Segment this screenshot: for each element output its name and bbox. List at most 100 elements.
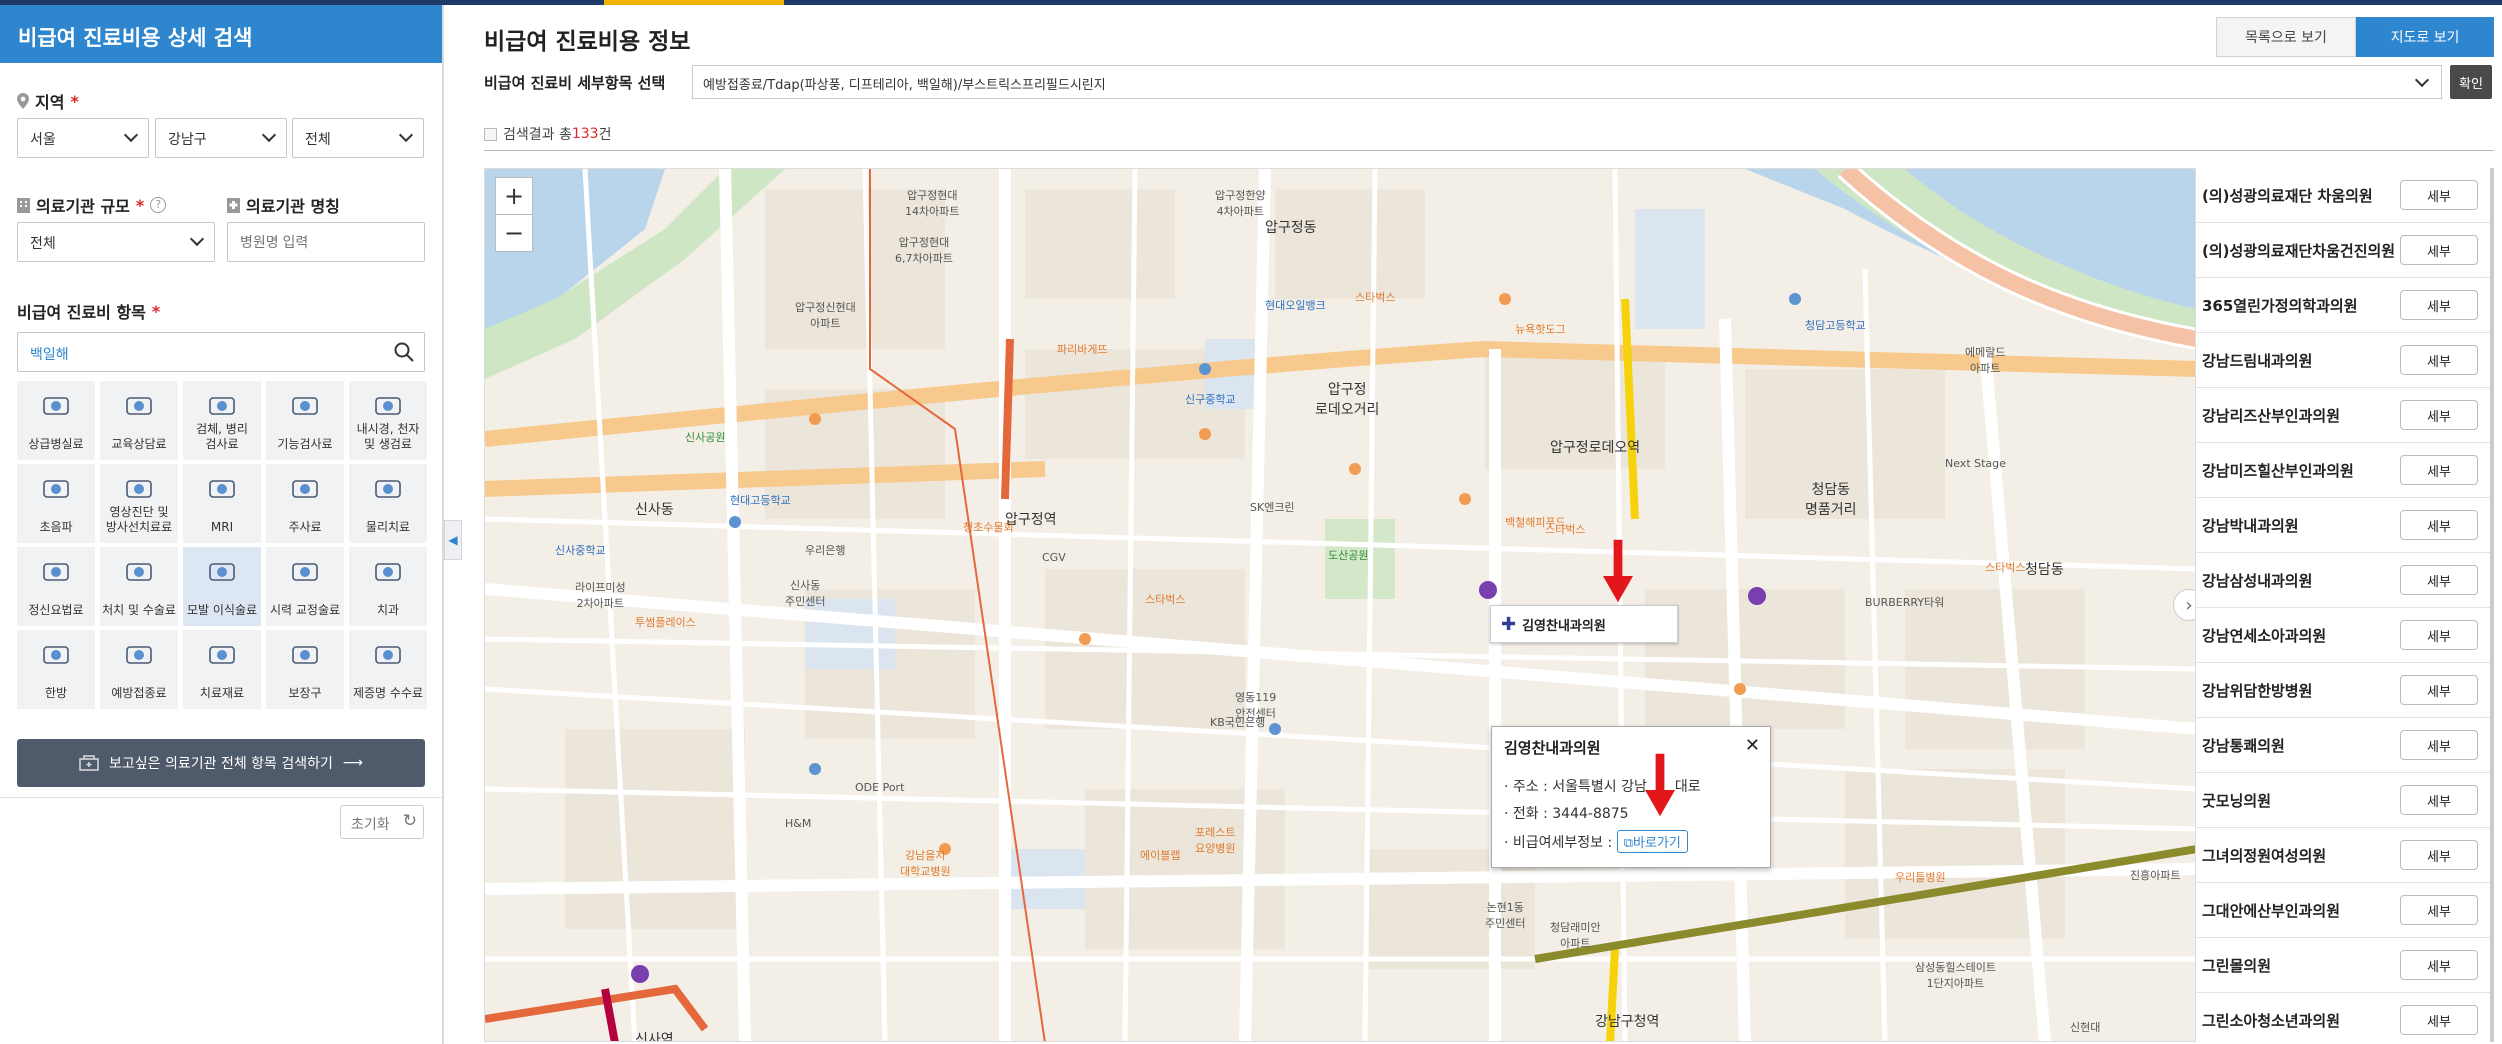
hospital-list-item[interactable]: 강남미즈힐산부인과의원 세부 xyxy=(2196,443,2490,498)
region-sigungu-select[interactable]: 강남구 xyxy=(155,118,287,158)
detail-button[interactable]: 세부 xyxy=(2400,400,2478,430)
detail-button[interactable]: 세부 xyxy=(2400,290,2478,320)
reset-button[interactable]: 초기화 ↻ xyxy=(340,805,424,839)
hospital-list-item[interactable]: 강남박내과의원 세부 xyxy=(2196,498,2490,553)
hospital-list-item[interactable]: 강남리즈산부인과의원 세부 xyxy=(2196,388,2490,443)
hospital-list-item[interactable]: 강남드림내과의원 세부 xyxy=(2196,333,2490,388)
category-hair[interactable]: 모발 이식술료 xyxy=(183,547,261,626)
region-sigungu-value: 강남구 xyxy=(168,132,207,148)
scale-select[interactable]: 전체 xyxy=(17,222,215,262)
hospital-name: (의)성광의료재단차움건진의원 xyxy=(2202,241,2396,260)
hospital-list-item[interactable]: (의)성광의료재단 차움의원 세부 xyxy=(2196,168,2490,223)
category-injection[interactable]: 주사료 xyxy=(266,464,344,543)
hospital-list-item[interactable]: 강남통쾌의원 세부 xyxy=(2196,718,2490,773)
injection-icon xyxy=(292,480,318,498)
detail-button[interactable]: 세부 xyxy=(2400,675,2478,705)
detail-button[interactable]: 세부 xyxy=(2400,235,2478,265)
detail-button[interactable]: 세부 xyxy=(2400,840,2478,870)
external-link-icon: ⧉ xyxy=(1623,836,1633,851)
region-sido-select[interactable]: 서울 xyxy=(17,118,149,158)
category-tooth[interactable]: 치과 xyxy=(349,547,427,626)
category-brain[interactable]: 정신요법료 xyxy=(17,547,95,626)
map-view-label: 지도로 보기 xyxy=(2390,30,2460,46)
hospital-name: 강남미즈힐산부인과의원 xyxy=(2202,461,2354,480)
result-checkbox[interactable] xyxy=(484,127,497,141)
hospital-marker[interactable]: ✚ 김영찬내과의원 xyxy=(1490,605,1678,643)
category-ear[interactable]: 한방 xyxy=(17,630,95,709)
category-endoscope[interactable]: 내시경, 천자 및 생검료 xyxy=(349,381,427,460)
consult-icon xyxy=(126,397,152,415)
category-bed[interactable]: 상급병실료 xyxy=(17,381,95,460)
scale-label: 의료기관 규모 * ? xyxy=(17,193,167,217)
category-certificate[interactable]: 제증명 수수료 xyxy=(349,630,427,709)
category-eye[interactable]: 시력 교정술료 xyxy=(266,547,344,626)
hospital-list-item[interactable]: 강남삼성내과의원 세부 xyxy=(2196,553,2490,608)
category-physio[interactable]: 물리치료 xyxy=(349,464,427,543)
map-view[interactable]: + − 압구정동 신사동 압구정 로데오거리 청담동 명품거리 청담동 압구정역 압구정로데… xyxy=(484,168,2196,1042)
detail-button[interactable]: 세부 xyxy=(2400,180,2478,210)
popup-address-text: · 주소 : 서울특별시 강남 xyxy=(1504,779,1647,795)
hospital-name: 굿모닝의원 xyxy=(2202,791,2272,810)
hospital-list-item[interactable]: (의)성광의료재단차움건진의원 세부 xyxy=(2196,223,2490,278)
map-place-label: 신사역 xyxy=(635,1032,674,1042)
map-place-label: 우리들병원 xyxy=(1895,871,1946,884)
map-place-label: 백철해피푸드 xyxy=(1505,516,1566,529)
detail-button[interactable]: 세부 xyxy=(2400,620,2478,650)
hospital-name: 365열린가정의학과의원 xyxy=(2202,296,2358,315)
hospital-list-item[interactable]: 365열린가정의학과의원 세부 xyxy=(2196,278,2490,333)
building-icon xyxy=(17,197,30,213)
hospital-list-item[interactable]: 강남연세소아과의원 세부 xyxy=(2196,608,2490,663)
region-dong-select[interactable]: 전체 xyxy=(292,118,424,158)
material-icon xyxy=(209,646,235,664)
detail-button[interactable]: 세부 xyxy=(2400,345,2478,375)
search-all-items-button[interactable]: 보고싶은 의료기관 전체 항목 검색하기 ⟶ xyxy=(17,739,425,787)
hospital-name: 강남리즈산부인과의원 xyxy=(2202,406,2341,425)
category-function-test[interactable]: 기능검사료 xyxy=(266,381,344,460)
detail-button[interactable]: 세부 xyxy=(2400,785,2478,815)
detail-item-select[interactable]: 예방접종료/Tdap(파상풍, 디프테리아, 백일해)/부스트릭스프리필드시린지 xyxy=(692,65,2442,99)
close-icon[interactable]: ✕ xyxy=(1745,735,1760,756)
scale-label-text: 의료기관 규모 xyxy=(36,197,130,216)
item-search-input[interactable]: 백일해 xyxy=(17,332,425,372)
divider xyxy=(0,797,442,798)
map-place-label: SK엔크린 xyxy=(1250,501,1295,514)
detail-button[interactable]: 세부 xyxy=(2400,565,2478,595)
tooth-icon xyxy=(375,563,401,581)
help-icon[interactable]: ? xyxy=(150,197,167,213)
chevron-down-icon xyxy=(2414,72,2430,88)
hospital-list-item[interactable]: 그린소아청소년과의원 세부 xyxy=(2196,993,2490,1042)
category-ultrasound[interactable]: 초음파 xyxy=(17,464,95,543)
refresh-icon: ↻ xyxy=(402,811,417,831)
map-view-button[interactable]: 지도로 보기 xyxy=(2356,17,2494,57)
search-icon[interactable] xyxy=(394,342,414,362)
zoom-in-button[interactable]: + xyxy=(495,177,533,215)
category-consult[interactable]: 교육상담료 xyxy=(100,381,178,460)
hospital-list-item[interactable]: 굿모닝의원 세부 xyxy=(2196,773,2490,828)
confirm-button[interactable]: 확인 xyxy=(2450,65,2492,99)
category-mri[interactable]: MRI xyxy=(183,464,261,543)
zoom-out-button[interactable]: − xyxy=(495,214,533,252)
detail-button[interactable]: 세부 xyxy=(2400,1005,2478,1035)
hospital-list-item[interactable]: 강남위담한방병원 세부 xyxy=(2196,663,2490,718)
page-title: 비급여 진료비용 정보 xyxy=(484,29,691,55)
hospital-name-input[interactable] xyxy=(227,222,425,262)
hospital-list-item[interactable]: 그녀의정원여성의원 세부 xyxy=(2196,828,2490,883)
map-place-label: 에메랄드 아파트 xyxy=(1965,346,2006,375)
category-material[interactable]: 치료재료 xyxy=(183,630,261,709)
category-wheelchair[interactable]: 보장구 xyxy=(266,630,344,709)
category-test-tube[interactable]: 검체, 병리 검사료 xyxy=(183,381,261,460)
detail-button[interactable]: 세부 xyxy=(2400,455,2478,485)
sidebar-collapse-toggle[interactable]: ◀ xyxy=(444,520,462,560)
detail-button[interactable]: 세부 xyxy=(2400,730,2478,760)
category-surgery[interactable]: 처치 및 수술료 xyxy=(100,547,178,626)
certificate-icon xyxy=(375,646,401,664)
detail-button[interactable]: 세부 xyxy=(2400,895,2478,925)
hospital-list-item[interactable]: 그대안에산부인과의원 세부 xyxy=(2196,883,2490,938)
category-vaccine[interactable]: 예방접종료 xyxy=(100,630,178,709)
map-place-label: 도산공원 xyxy=(1328,549,1369,562)
detail-button[interactable]: 세부 xyxy=(2400,950,2478,980)
detail-button[interactable]: 세부 xyxy=(2400,510,2478,540)
hospital-list-item[interactable]: 그린몰의원 세부 xyxy=(2196,938,2490,993)
category-xray[interactable]: 영상진단 및 방사선치료료 xyxy=(100,464,178,543)
list-view-button[interactable]: 목록으로 보기 xyxy=(2216,17,2356,57)
